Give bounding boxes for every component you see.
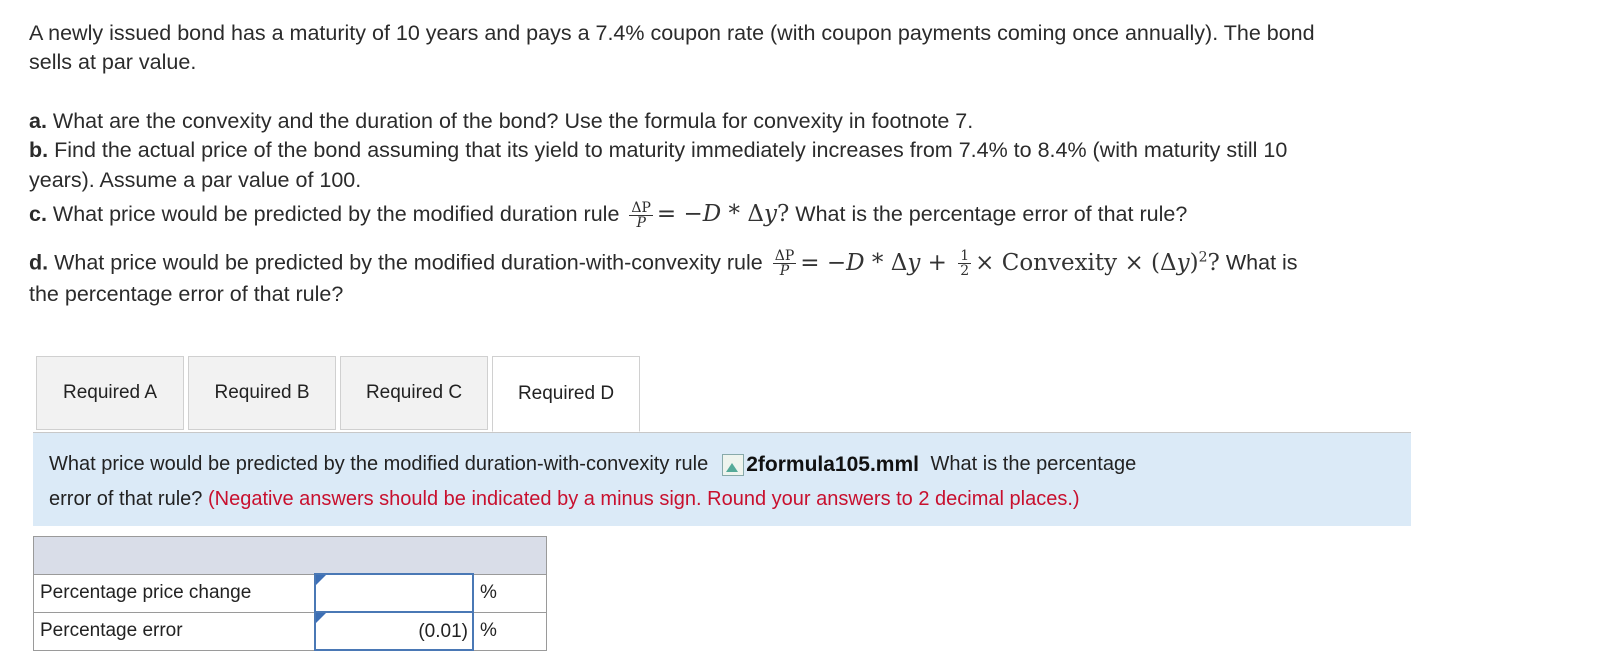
tab-required-c[interactable]: Required C: [340, 356, 488, 430]
formula-image-placeholder: 2formula105.mml: [722, 447, 919, 482]
tab-required-b[interactable]: Required B: [188, 356, 336, 430]
tab-required-a[interactable]: Required A: [36, 356, 184, 430]
panel-question-text: What price would be predicted by the mod…: [49, 453, 709, 475]
part-a: a. What are the convexity and the durati…: [29, 107, 973, 136]
part-b-text: Find the actual price of the bond assumi…: [48, 138, 1288, 162]
part-d-formula: = −D * Δy + 1 2 × Convexity × (Δy)2?: [800, 248, 1220, 280]
unit-percent: %: [472, 611, 547, 651]
row-label-price-change: Percentage price change: [33, 573, 316, 613]
part-b-line2: years). Assume a par value of 100.: [29, 168, 362, 192]
part-c-text: What price would be predicted by the mod…: [46, 202, 620, 226]
broken-image-icon: [722, 453, 745, 476]
part-d-line2: the percentage error of that rule?: [29, 282, 344, 306]
part-a-label: a.: [29, 109, 47, 133]
part-c-label: c.: [29, 202, 47, 226]
input-marker-icon: [316, 575, 326, 585]
part-a-text: What are the convexity and the duration …: [46, 109, 974, 133]
panel-question-line2: error of that rule?: [49, 488, 203, 511]
part-c: c. What price would be predicted by the …: [29, 200, 1187, 230]
percentage-error-value: (0.01): [418, 621, 468, 642]
part-b-label: b.: [29, 138, 49, 162]
formula-image-alt: 2formula105.mml: [746, 453, 919, 477]
input-marker-icon: [316, 613, 326, 623]
table-row: Percentage price change %: [33, 573, 547, 613]
part-d-text: What price would be predicted by the mod…: [48, 250, 763, 275]
part-b: b. Find the actual price of the bond ass…: [29, 136, 1287, 165]
part-d-text-after: What is: [1219, 250, 1298, 275]
panel-instruction: (Negative answers should be indicated by…: [207, 488, 1080, 511]
panel-question-text-after: What is the percentage: [924, 453, 1137, 475]
part-d: d. What price would be predicted by the …: [29, 243, 1298, 278]
unit-percent: %: [472, 573, 547, 613]
part-d-fraction: ΔP P: [772, 248, 797, 280]
required-tabs: Required A Required B Required C Require…: [36, 356, 644, 432]
question-intro-line2: sells at par value.: [29, 50, 197, 74]
question-intro-line1: A newly issued bond has a maturity of 10…: [29, 21, 1315, 45]
row-label-percentage-error: Percentage error: [33, 611, 316, 651]
answer-table: Percentage price change % Percentage err…: [33, 536, 547, 651]
answer-table-header: [33, 536, 547, 575]
percentage-price-change-input[interactable]: [314, 573, 474, 613]
table-row: Percentage error (0.01) %: [33, 611, 547, 651]
percentage-error-input[interactable]: (0.01): [314, 611, 474, 651]
answer-table-header-cell: [33, 536, 547, 575]
instruction-panel: What price would be predicted by the mod…: [33, 432, 1411, 526]
part-c-text-after: What is the percentage error of that rul…: [789, 202, 1188, 226]
part-c-fraction: ΔP P: [629, 199, 653, 231]
tab-required-d[interactable]: Required D: [492, 356, 640, 432]
part-d-label: d.: [29, 250, 49, 275]
part-c-formula: = −D * Δy?: [656, 201, 790, 227]
